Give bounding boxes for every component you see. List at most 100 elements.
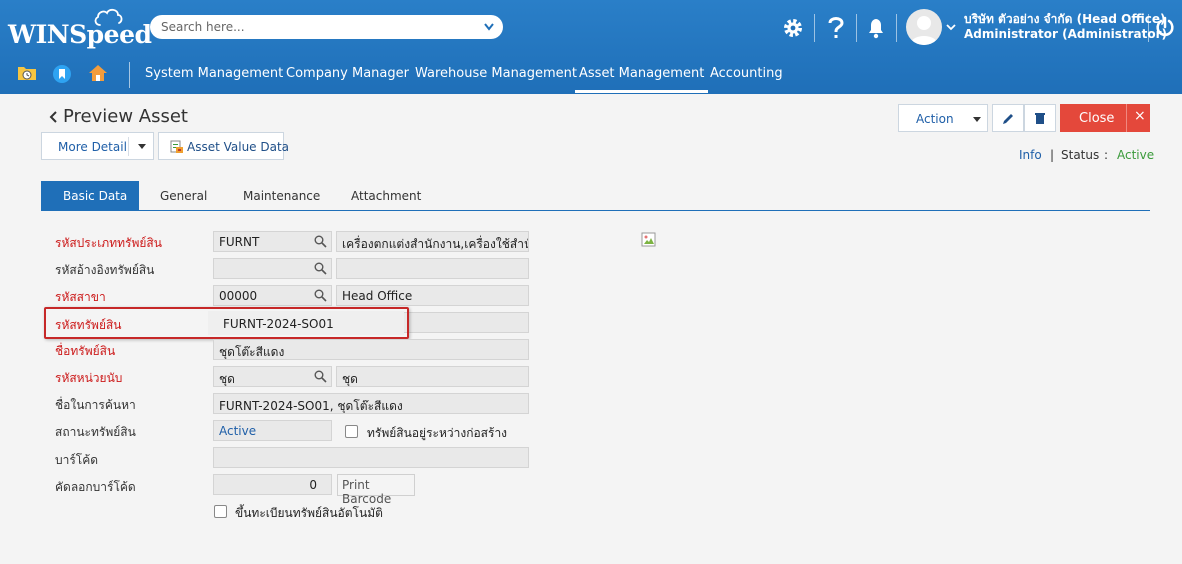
menu-accounting[interactable]: Accounting [710,66,783,81]
tab-general[interactable]: General [139,181,223,211]
close-x-button[interactable]: × [1126,104,1150,132]
search-name-value: FURNT-2024-SO01, ชุดโต๊ะสีแดง [219,399,403,413]
print-barcode-button[interactable]: Print Barcode [337,474,415,506]
page-title: Preview Asset [63,106,188,127]
branch-name-value: Head Office [342,289,413,303]
avatar[interactable] [906,9,942,45]
copy-barcode-value: 0 [309,478,317,492]
winspeed-logo[interactable]: WINSpeed [8,6,152,49]
header-divider [896,14,897,42]
search-icon[interactable] [314,370,327,383]
asset-value-data-button[interactable]: Asset Value Data [158,132,289,160]
search-icon[interactable] [314,289,327,302]
tab-maintenance[interactable]: Maintenance [223,181,329,211]
caret-down-icon[interactable] [138,144,146,149]
header-divider [856,14,857,42]
gear-icon[interactable] [782,17,804,39]
asset-type-code-field[interactable]: FURNT [213,231,332,252]
asset-value-data-label: Asset Value Data [187,140,290,154]
report-icon [170,140,183,153]
search-icon[interactable] [314,235,327,248]
ref-code-label: รหัสอ้างอิงทรัพย์สิน [55,263,155,277]
unit-code-field[interactable]: ชุด [213,366,332,387]
status-label: Status [1061,148,1100,162]
power-icon[interactable] [1155,16,1175,38]
auto-register-label: ขึ้นทะเบียนทรัพย์สินอัตโนมัติ [235,506,383,520]
info-separator: | [1050,148,1055,162]
branch-code-value: 00000 [219,289,258,303]
nav-divider [129,62,130,88]
tab-label: Attachment [351,189,422,203]
search-name-label: ชื่อในการค้นหา [55,398,136,412]
action-label: Action [916,112,954,126]
unit-code-value: ชุด [219,372,235,386]
user-name: Administrator (Administrator) [964,27,1168,41]
logo-text: WINSpeed [8,20,152,49]
tab-underline [41,210,1150,211]
under-construction-label: ทรัพย์สินอยู่ระหว่างก่อสร้าง [367,426,508,440]
header-divider [814,14,815,42]
menu-asset-management[interactable]: Asset Management [574,66,709,93]
asset-name-field[interactable]: ชุดโต๊ะสีแดง [213,339,529,360]
caret-down-icon[interactable] [973,117,981,122]
help-icon[interactable] [827,16,845,40]
action-dropdown[interactable]: Action [898,104,988,132]
edit-button[interactable] [992,104,1024,132]
user-avatar-icon [910,16,938,45]
search-icon[interactable] [314,262,327,275]
unit-name-field: ชุด [336,366,529,387]
tab-attachment[interactable]: Attachment [329,181,433,211]
tab-label: Maintenance [243,189,321,203]
asset-status-label: สถานะทรัพย์สิน [55,425,136,439]
more-detail-dropdown[interactable]: More Detail [41,132,154,160]
bookmark-icon[interactable] [52,64,72,84]
barcode-label: บาร์โค้ด [55,453,99,467]
chevron-down-icon[interactable] [482,19,496,35]
status-badge: Active [1117,148,1155,162]
branch-code-label: รหัสสาขา [55,290,106,304]
ref-name-field [336,258,529,279]
asset-name-label: ชื่อทรัพย์สิน [55,344,116,358]
search-name-field[interactable]: FURNT-2024-SO01, ชุดโต๊ะสีแดง [213,393,529,414]
branch-name-field: Head Office [336,285,529,306]
close-button[interactable]: Close [1060,104,1126,132]
more-detail-label: More Detail [58,140,127,154]
asset-status-field[interactable]: Active [213,420,332,441]
asset-type-code-value: FURNT [219,235,260,249]
branch-code-field[interactable]: 00000 [213,285,332,306]
asset-status-value: Active [219,424,257,438]
copy-barcode-label: คัดลอกบาร์โค้ด [55,480,136,494]
info-link[interactable]: Info [1019,148,1042,162]
chevron-left-icon[interactable] [48,110,58,124]
asset-type-name-value: เครื่องตกแต่งสำนักงาน,เครื่องใช้สำนั [342,237,529,251]
highlight-box [44,307,409,339]
tab-label: General [160,189,208,203]
menu-system-management[interactable]: System Management [145,66,283,81]
unit-code-label: รหัสหน่วยนับ [55,371,123,385]
home-icon[interactable] [88,63,108,83]
under-construction-checkbox[interactable] [345,425,358,438]
menu-company-manager[interactable]: Company Manager [286,66,409,81]
button-divider [128,137,129,156]
menu-warehouse-management[interactable]: Warehouse Management [415,66,577,81]
broken-image-icon [641,232,656,247]
unit-name-value: ชุด [342,372,358,386]
print-barcode-label: Print Barcode [342,478,392,506]
delete-button[interactable] [1024,104,1056,132]
global-search[interactable] [150,15,503,39]
trash-icon [1035,113,1045,124]
bell-icon[interactable] [866,17,886,39]
barcode-field[interactable] [213,447,529,468]
header-divider [1148,14,1149,42]
copy-barcode-field[interactable]: 0 [213,474,332,495]
tab-basic-data[interactable]: Basic Data [41,181,139,211]
folder-clock-icon[interactable] [17,64,37,82]
status-colon: : [1104,148,1109,162]
ref-code-field[interactable] [213,258,332,279]
user-info[interactable]: บริษัท ตัวอย่าง จำกัด (Head Office) Admi… [964,12,1167,42]
chevron-down-icon[interactable] [946,23,956,31]
close-icon: × [1134,108,1146,124]
search-input[interactable] [161,18,461,36]
company-name: บริษัท ตัวอย่าง จำกัด (Head Office) [964,12,1166,26]
auto-register-checkbox[interactable] [214,505,227,518]
